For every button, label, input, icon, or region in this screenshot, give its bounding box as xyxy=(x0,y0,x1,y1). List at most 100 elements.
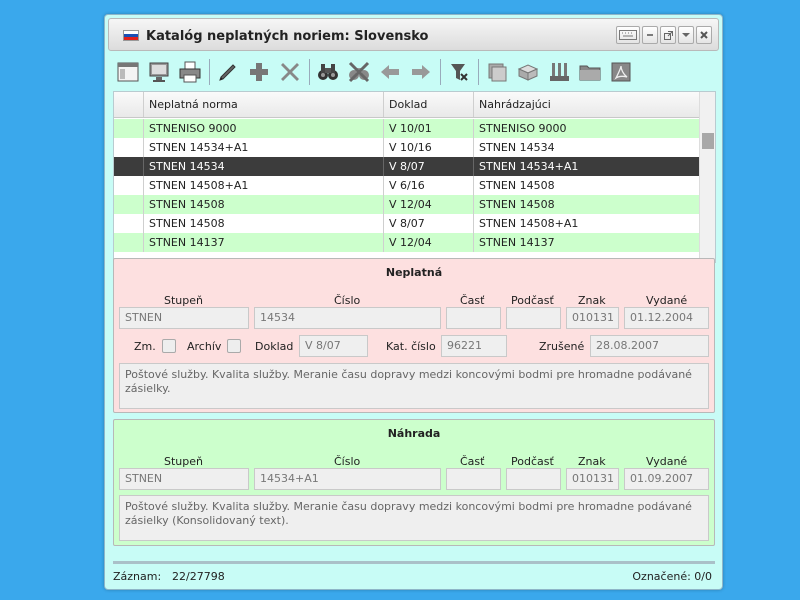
neplatna-description[interactable]: Poštové služby. Kvalita služby. Meranie … xyxy=(119,363,709,409)
label-kat-cislo: Kat. číslo xyxy=(386,340,436,353)
norms-grid[interactable]: Neplatná norma Doklad Nahrádzajúci STNEN… xyxy=(113,91,716,263)
nahrada-panel-title: Náhrada xyxy=(387,427,441,440)
neplatna-panel: Neplatná Stupeň Číslo Časť Podčasť Znak … xyxy=(113,258,715,413)
toolbar-separator xyxy=(478,59,479,85)
cell-neplatna-norma: STNEN 14137 xyxy=(144,233,384,252)
label-cast: Časť xyxy=(460,455,485,468)
table-row[interactable]: STNEN 14508+A1 V 6/16 STNEN 14508 xyxy=(114,176,700,195)
label-archiv: Archív xyxy=(187,340,222,353)
cell-neplatna-norma: STNEN 14508 xyxy=(144,195,384,214)
row-marker xyxy=(114,176,144,195)
acrobat-icon[interactable] xyxy=(606,57,636,87)
column-header-nahradzajuci[interactable]: Nahrádzajúci xyxy=(474,92,700,117)
label-podcast: Podčasť xyxy=(511,455,554,468)
catalog-window: Katalóg neplatných noriem: Slovensko Nep… xyxy=(104,14,723,590)
cell-neplatna-norma: STNEN 14534+A1 xyxy=(144,138,384,157)
table-row[interactable]: STNEN 14534 V 8/07 STNEN 14534+A1 xyxy=(114,157,700,176)
cislo-field[interactable]: 14534 xyxy=(254,307,441,329)
nahrada-stupen-field[interactable]: STNEN xyxy=(119,468,249,490)
delete-icon[interactable] xyxy=(275,57,305,87)
cell-neplatna-norma: STNEN 14508+A1 xyxy=(144,176,384,195)
window-title: Katalóg neplatných noriem: Slovensko xyxy=(146,29,429,44)
label-stupen: Stupeň xyxy=(164,455,203,468)
table-row[interactable]: STNEN 14137 V 12/04 STNEN 14137 xyxy=(114,233,700,252)
popout-icon[interactable] xyxy=(660,26,676,44)
podcast-field[interactable] xyxy=(506,307,561,329)
nahrada-cislo-field[interactable]: 14534+A1 xyxy=(254,468,441,490)
cell-neplatna-norma: STNEN 14534 xyxy=(144,157,384,176)
cell-neplatna-norma: STNEN 14508 xyxy=(144,214,384,233)
table-row[interactable]: STNENISO 9000 V 10/01 STNENISO 9000 xyxy=(114,119,700,138)
table-row[interactable]: STNEN 14508 V 12/04 STNEN 14508 xyxy=(114,195,700,214)
vydane-field[interactable]: 01.12.2004 xyxy=(624,307,709,329)
row-marker xyxy=(114,157,144,176)
nahrada-vydane-field[interactable]: 01.09.2007 xyxy=(624,468,709,490)
grid-scrollbar[interactable] xyxy=(699,92,715,262)
filter-icon[interactable] xyxy=(444,57,474,87)
forward-arrow-icon[interactable] xyxy=(406,57,436,87)
row-marker xyxy=(114,233,144,252)
table-row[interactable]: STNEN 14534+A1 V 10/16 STNEN 14534 xyxy=(114,138,700,157)
cast-field[interactable] xyxy=(446,307,501,329)
stack-icon[interactable] xyxy=(482,57,512,87)
label-doklad: Doklad xyxy=(255,340,294,353)
add-icon[interactable] xyxy=(244,57,274,87)
nahrada-znak-field[interactable]: 010131 xyxy=(566,468,619,490)
title-bar[interactable]: Katalóg neplatných noriem: Slovensko xyxy=(108,18,719,51)
label-cislo: Číslo xyxy=(334,455,361,468)
toolbar-separator xyxy=(440,59,441,85)
close-icon[interactable] xyxy=(696,26,712,44)
record-label: Záznam: xyxy=(113,570,162,583)
box-icon[interactable] xyxy=(513,57,543,87)
table-row[interactable]: STNEN 14508 V 8/07 STNEN 14508+A1 xyxy=(114,214,700,233)
search-binoculars-icon[interactable] xyxy=(313,57,343,87)
selected-counter: Označené: 0/0 xyxy=(632,570,712,583)
label-vydane: Vydané xyxy=(646,294,688,307)
row-marker xyxy=(114,138,144,157)
cell-nahradzajuci: STNEN 14508 xyxy=(479,179,555,192)
cell-nahradzajuci: STNEN 14534 xyxy=(479,141,555,154)
cell-nahradzajuci: STNEN 14508+A1 xyxy=(479,217,579,230)
zm-checkbox[interactable] xyxy=(162,339,176,353)
row-marker xyxy=(114,214,144,233)
grid-scrollbar-thumb[interactable] xyxy=(702,133,714,149)
column-header-neplatna-norma[interactable]: Neplatná norma xyxy=(144,92,384,117)
column-header-doklad[interactable]: Doklad xyxy=(384,92,474,117)
status-divider xyxy=(113,561,715,564)
keyboard-icon[interactable] xyxy=(616,26,640,44)
monitor-icon[interactable] xyxy=(144,57,174,87)
minimize-icon[interactable] xyxy=(642,26,658,44)
kat-cislo-field[interactable]: 96221 xyxy=(441,335,507,357)
cell-nahradzajuci: STNEN 14534+A1 xyxy=(479,160,579,173)
column-header-marker[interactable] xyxy=(114,92,144,117)
znak-field[interactable]: 010131 xyxy=(566,307,619,329)
record-counter: 22/27798 xyxy=(172,570,225,583)
doklad-field[interactable]: V 8/07 xyxy=(299,335,368,357)
row-marker xyxy=(114,119,144,138)
view-icon[interactable] xyxy=(113,57,143,87)
toolbar xyxy=(113,55,713,89)
print-icon[interactable] xyxy=(175,57,205,87)
toolbar-separator xyxy=(309,59,310,85)
label-zm: Zm. xyxy=(134,340,156,353)
cell-doklad: V 12/04 xyxy=(384,195,474,214)
archiv-checkbox[interactable] xyxy=(227,339,241,353)
nahrada-description[interactable]: Poštové služby. Kvalita služby. Meranie … xyxy=(119,495,709,541)
cell-neplatna-norma: STNENISO 9000 xyxy=(144,119,384,138)
label-vydane: Vydané xyxy=(646,455,688,468)
tools-icon[interactable] xyxy=(544,57,574,87)
nahrada-cast-field[interactable] xyxy=(446,468,501,490)
grid-header: Neplatná norma Doklad Nahrádzajúci xyxy=(114,92,700,118)
stupen-field[interactable]: STNEN xyxy=(119,307,249,329)
cell-nahradzajuci: STNEN 14508 xyxy=(479,198,555,211)
back-arrow-icon[interactable] xyxy=(375,57,405,87)
cell-doklad: V 6/16 xyxy=(384,176,474,195)
edit-icon[interactable] xyxy=(213,57,243,87)
nahrada-podcast-field[interactable] xyxy=(506,468,561,490)
search-off-icon[interactable] xyxy=(344,57,374,87)
folder-icon[interactable] xyxy=(575,57,605,87)
zrusene-field[interactable]: 28.08.2007 xyxy=(590,335,709,357)
cell-doklad: V 10/16 xyxy=(384,138,474,157)
dropdown-icon[interactable] xyxy=(678,26,694,44)
label-cislo: Číslo xyxy=(334,294,361,307)
